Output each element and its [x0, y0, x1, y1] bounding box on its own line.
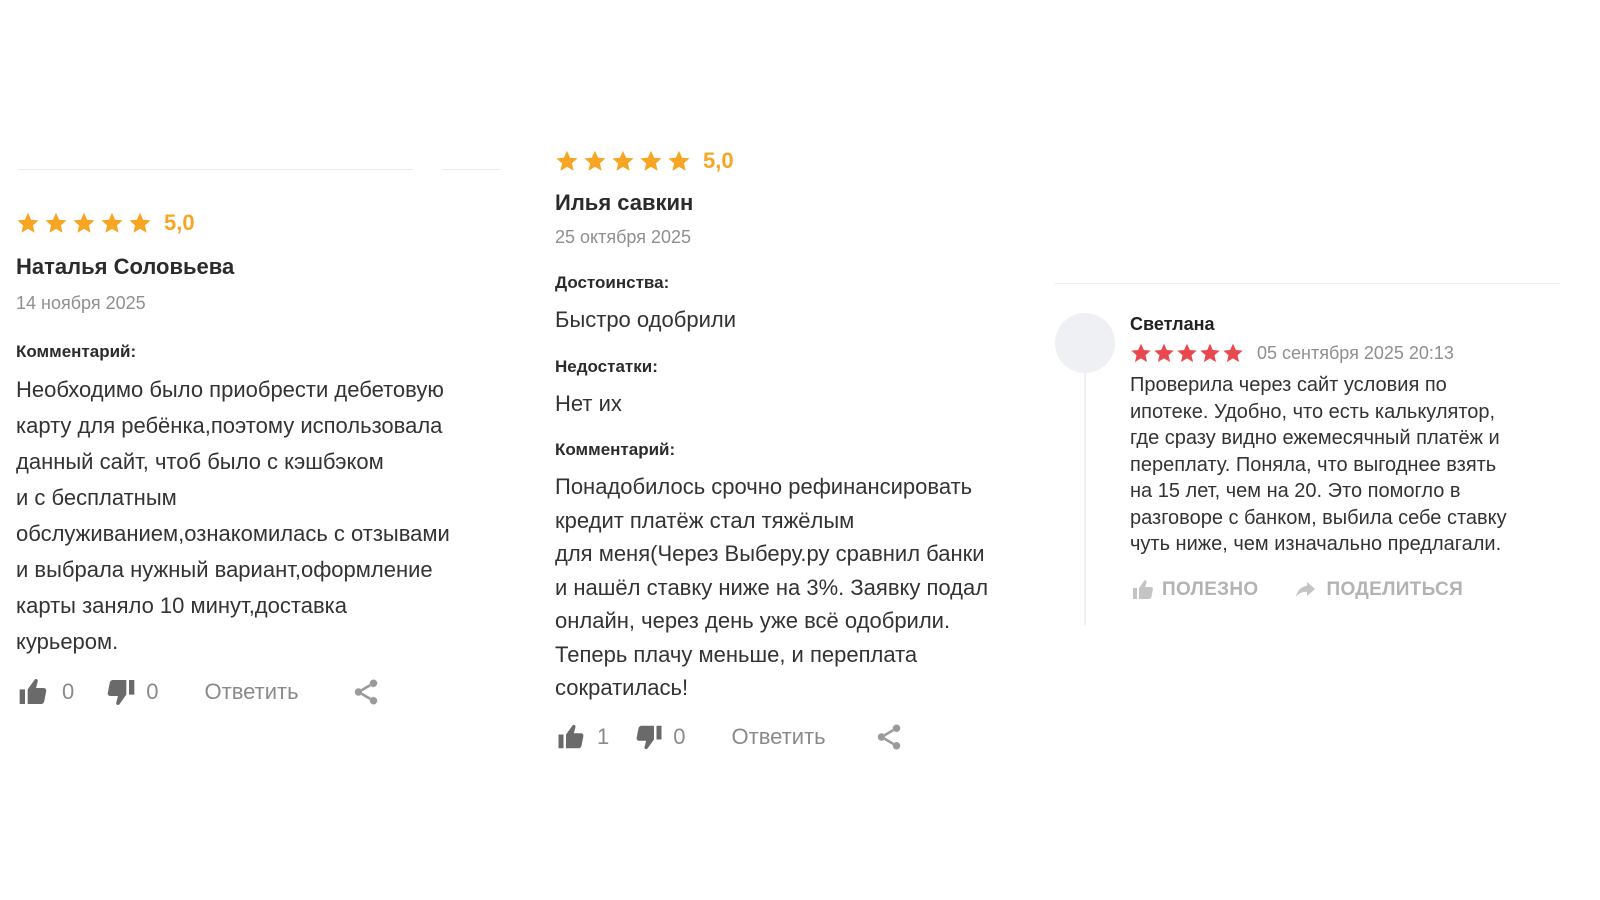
- review-line: чуть ниже, чем изначально предлагали.: [1130, 533, 1502, 555]
- thumbs-up-icon: [1130, 578, 1156, 602]
- review-text: Проверила через сайт условия по ипотеке.…: [1130, 372, 1560, 558]
- comment-line: карты заняло 10 минут,доставка: [16, 593, 347, 618]
- dislike-count: 0: [146, 679, 159, 704]
- star-icon: [44, 211, 68, 235]
- share-icon: [351, 677, 381, 707]
- review-line: на 15 лет, чем на 20. Это помогло в: [1130, 480, 1461, 502]
- star-icon: [100, 211, 124, 235]
- reply-button[interactable]: Ответить: [205, 679, 299, 705]
- comment-label: Комментарий:: [555, 440, 676, 459]
- review-actions: ПОЛЕЗНО ПОДЕЛИТЬСЯ: [1130, 578, 1463, 602]
- comment-line: обслуживанием,ознакомилась с отзывами: [16, 521, 450, 546]
- author-name: Илья савкин: [555, 190, 694, 215]
- comment-line: кредит платёж стал тяжёлым: [555, 507, 855, 533]
- review-actions: 0 0 Ответить: [16, 676, 381, 708]
- thumbs-up-icon: [16, 676, 50, 708]
- share-button[interactable]: [874, 722, 904, 752]
- like-button[interactable]: 1: [555, 722, 609, 752]
- author-name: Наталья Соловьева: [16, 254, 235, 279]
- like-count: 0: [62, 679, 75, 704]
- useful-label: ПОЛЕЗНО: [1162, 579, 1259, 600]
- cons-label: Недостатки:: [555, 357, 658, 376]
- star-icon: [555, 149, 579, 173]
- rating-value: 5,0: [703, 148, 734, 173]
- review-line: где сразу видно ежемесячный платёж и: [1130, 427, 1500, 449]
- dislike-button[interactable]: 0: [104, 676, 159, 708]
- comment-line: курьером.: [16, 629, 119, 654]
- rating-value: 5,0: [164, 210, 195, 235]
- thread-line: [1084, 373, 1086, 625]
- comment-line: Теперь плачу меньше, и переплата: [555, 641, 918, 667]
- thumbs-up-icon: [555, 722, 587, 752]
- star-icon: [611, 149, 635, 173]
- star-icon: [667, 149, 691, 173]
- review-line: ипотеке. Удобно, что есть калькулятор,: [1130, 400, 1496, 423]
- share-icon: [874, 722, 904, 752]
- comment-line: данный сайт, чтоб было с кэшбэком: [16, 449, 384, 474]
- star-icon: [1153, 342, 1175, 364]
- star-icon: [16, 211, 40, 235]
- review-card: 5,0 Илья савкин 25 октября 2025 Достоинс…: [555, 0, 1015, 900]
- review-line: Проверила через сайт условия по: [1130, 374, 1447, 396]
- avatar: [1055, 313, 1115, 373]
- comment-line: и нашёл ставку ниже на 3%. Заявку подал: [555, 574, 989, 600]
- review-date: 05 сентября 2025 20:13: [1257, 342, 1454, 363]
- rating-stars: 05 сентября 2025 20:13: [1130, 342, 1454, 364]
- star-icon: [128, 211, 152, 235]
- review-line: разговоре с банком, выбила себе ставку: [1130, 506, 1507, 529]
- star-icon: [1222, 342, 1244, 364]
- star-icon: [1176, 342, 1198, 364]
- share-button[interactable]: [351, 677, 381, 707]
- useful-button[interactable]: ПОЛЕЗНО: [1130, 578, 1258, 602]
- comment-line: онлайн, через день уже всё одобрили.: [555, 608, 951, 633]
- star-icon: [1199, 342, 1221, 364]
- comment-line: Понадобилось срочно рефинансировать: [555, 474, 973, 499]
- share-label: ПОДЕЛИТЬСЯ: [1326, 579, 1464, 600]
- comment-text: Понадобилось срочно рефинансировать кред…: [555, 470, 1015, 705]
- review-card: 5,0 Наталья Соловьева 14 ноября 2025 Ком…: [16, 0, 516, 900]
- star-icon: [1130, 342, 1152, 364]
- comment-line: и с бесплатным: [16, 485, 177, 510]
- like-button[interactable]: 0: [16, 676, 74, 708]
- cons-text: Нет их: [555, 391, 622, 416]
- comment-line: сократилась!: [555, 675, 689, 700]
- star-icon: [639, 149, 663, 173]
- share-arrow-icon: [1292, 578, 1318, 602]
- thumbs-down-icon: [633, 722, 665, 752]
- comment-line: для меня(Через Выберу.ру сравнил банки: [555, 541, 985, 566]
- review-card: Светлана 05 сентября 2025 20:13 Проверил…: [1130, 0, 1570, 900]
- reply-button[interactable]: Ответить: [732, 724, 826, 750]
- pros-label: Достоинства:: [555, 273, 670, 292]
- comment-line: и выбрала нужный вариант,оформление: [16, 557, 433, 582]
- star-icon: [72, 211, 96, 235]
- author-name: Светлана: [1130, 314, 1215, 334]
- star-icon: [583, 149, 607, 173]
- review-date: 14 ноября 2025: [16, 293, 146, 313]
- comment-text: Необходимо было приобрести дебетовую кар…: [16, 372, 516, 660]
- like-count: 1: [597, 724, 610, 749]
- thumbs-down-icon: [104, 676, 138, 708]
- pros-text: Быстро одобрили: [555, 307, 736, 332]
- dislike-button[interactable]: 0: [633, 722, 686, 752]
- comment-label: Комментарий:: [16, 342, 137, 361]
- comment-line: Необходимо было приобрести дебетовую: [16, 377, 444, 402]
- share-button[interactable]: ПОДЕЛИТЬСЯ: [1292, 578, 1463, 602]
- dislike-count: 0: [673, 724, 686, 749]
- rating-stars: 5,0: [555, 148, 734, 174]
- review-date: 25 октября 2025: [555, 227, 692, 247]
- review-line: переплату. Поняла, что выгоднее взять: [1130, 453, 1497, 476]
- review-actions: 1 0 Ответить: [555, 722, 904, 752]
- comment-line: карту для ребёнка,поэтому использовала: [16, 413, 443, 438]
- rating-stars: 5,0: [16, 210, 195, 236]
